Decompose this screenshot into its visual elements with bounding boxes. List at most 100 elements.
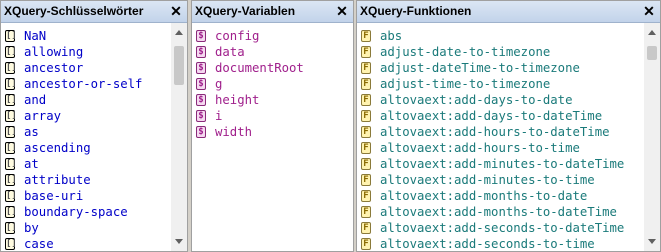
function-item[interactable]: Faltovaext:add-seconds-to-dateTime [357, 220, 624, 236]
keyword-item[interactable]: [] case [1, 236, 142, 251]
function-item[interactable]: Faltovaext:add-hours-to-time [357, 140, 624, 156]
variable-icon: $ [196, 46, 206, 58]
function-icon: F [361, 46, 371, 58]
function-icon: F [361, 62, 371, 74]
function-item[interactable]: Fadjust-time-to-timezone [357, 76, 624, 92]
keywords-pane: XQuery-Schlüsselwörter ✕ [] NaN [] allowing… [0, 0, 188, 252]
keyword-item-label: allowing [24, 45, 84, 59]
variable-item[interactable]: $ documentRoot [192, 60, 304, 76]
function-icon: F [361, 94, 371, 106]
function-item-label: adjust-dateTime-to-timezone [380, 61, 580, 75]
keyword-icon: [] [5, 110, 17, 122]
scroll-up-arrow-icon[interactable] [175, 30, 183, 35]
variable-item-label: g [215, 77, 223, 91]
scroll-down-arrow-icon[interactable] [648, 239, 656, 244]
function-item-label: abs [380, 29, 403, 43]
function-item[interactable]: Fadjust-date-to-timezone [357, 44, 624, 60]
keyword-item-label: NaN [24, 29, 47, 43]
keyword-icon: [] [5, 126, 17, 138]
function-icon: F [361, 174, 371, 186]
keyword-item-label: boundary-space [24, 205, 128, 219]
function-icon: F [361, 158, 371, 170]
function-item[interactable]: Faltovaext:add-months-to-date [357, 188, 624, 204]
keywords-pane-title: XQuery-Schlüsselwörter [4, 4, 144, 18]
function-item[interactable]: Faltovaext:add-days-to-date [357, 92, 624, 108]
function-item-label: altovaext:add-days-to-dateTime [380, 109, 603, 123]
scroll-down-arrow-icon[interactable] [175, 239, 183, 244]
keyword-item[interactable]: [] array [1, 108, 142, 124]
variable-item[interactable]: $ g [192, 76, 304, 92]
keyword-icon: [] [5, 94, 17, 106]
function-item[interactable]: Faltovaext:add-months-to-dateTime [357, 204, 624, 220]
keyword-item[interactable]: [] by [1, 220, 142, 236]
keyword-item-label: ascending [24, 141, 91, 155]
variable-item-label: i [215, 109, 223, 123]
functions-scrollbar[interactable] [644, 23, 660, 251]
function-icon: F [361, 30, 371, 42]
function-item[interactable]: Fadjust-dateTime-to-timezone [357, 60, 624, 76]
function-item-label: adjust-date-to-timezone [380, 45, 551, 59]
functions-pane-header: XQuery-Funktionen ✕ [357, 1, 660, 23]
function-item[interactable]: Faltovaext:add-hours-to-dateTime [357, 124, 624, 140]
variables-pane: XQuery-Variablen ✕ $ config $ data $ document… [191, 0, 354, 252]
function-item[interactable]: Faltovaext:add-seconds-to-time [357, 236, 624, 251]
keyword-icon: [] [5, 158, 17, 170]
function-item-label: altovaext:add-days-to-date [380, 93, 573, 107]
keyword-item-label: at [24, 157, 39, 171]
functions-pane: XQuery-Funktionen ✕ Fabs Fadjust-date-to-… [356, 0, 661, 252]
keyword-item[interactable]: [] ancestor-or-self [1, 76, 142, 92]
variable-item[interactable]: $ height [192, 92, 304, 108]
keyword-icon: [] [5, 174, 17, 186]
function-item[interactable]: Faltovaext:add-minutes-to-dateTime [357, 156, 624, 172]
function-icon: F [361, 78, 371, 90]
keyword-item[interactable]: [] ascending [1, 140, 142, 156]
variable-item[interactable]: $ data [192, 44, 304, 60]
keyword-item[interactable]: [] base-uri [1, 188, 142, 204]
function-item-label: altovaext:add-months-to-dateTime [380, 205, 617, 219]
function-icon: F [361, 110, 371, 122]
function-item-label: adjust-time-to-timezone [380, 77, 551, 91]
variables-list: $ config $ data $ documentRoot $ g $ height $ i $ wid… [192, 28, 304, 251]
keyword-item-label: as [24, 125, 39, 139]
keyword-item-label: by [24, 221, 39, 235]
variable-icon: $ [196, 126, 206, 138]
scroll-up-arrow-icon[interactable] [648, 30, 656, 35]
variable-item[interactable]: $ config [192, 28, 304, 44]
keywords-list: [] NaN [] allowing [] ancestor [] ancestor-or-s… [1, 28, 142, 251]
close-icon[interactable]: ✕ [642, 3, 656, 19]
keyword-item[interactable]: [] attribute [1, 172, 142, 188]
function-item[interactable]: Faltovaext:add-days-to-dateTime [357, 108, 624, 124]
keyword-item[interactable]: [] NaN [1, 28, 142, 44]
scroll-thumb[interactable] [647, 46, 657, 60]
keywords-scrollbar[interactable] [171, 23, 187, 251]
function-item-label: altovaext:add-minutes-to-dateTime [380, 157, 625, 171]
close-icon[interactable]: ✕ [169, 3, 183, 19]
keyword-item[interactable]: [] as [1, 124, 142, 140]
function-item-label: altovaext:add-hours-to-time [380, 141, 580, 155]
variable-item[interactable]: $ i [192, 108, 304, 124]
variable-item-label: data [215, 45, 245, 59]
variable-item[interactable]: $ width [192, 124, 304, 140]
keyword-icon: [] [5, 78, 17, 90]
keyword-item-label: attribute [24, 173, 91, 187]
keyword-item[interactable]: [] at [1, 156, 142, 172]
variables-pane-title: XQuery-Variablen [195, 4, 296, 18]
scroll-thumb[interactable] [174, 46, 184, 85]
keyword-icon: [] [5, 238, 17, 250]
variable-icon: $ [196, 110, 206, 122]
keyword-item[interactable]: [] allowing [1, 44, 142, 60]
keyword-item[interactable]: [] ancestor [1, 60, 142, 76]
keyword-item-label: and [24, 93, 47, 107]
keyword-icon: [] [5, 206, 17, 218]
function-icon: F [361, 238, 371, 250]
function-item[interactable]: Fabs [357, 28, 624, 44]
keyword-item[interactable]: [] boundary-space [1, 204, 142, 220]
close-icon[interactable]: ✕ [335, 3, 349, 19]
variable-icon: $ [196, 30, 206, 42]
function-icon: F [361, 126, 371, 138]
function-item[interactable]: Faltovaext:add-minutes-to-time [357, 172, 624, 188]
keyword-item[interactable]: [] and [1, 92, 142, 108]
keyword-icon: [] [5, 190, 17, 202]
functions-list: Fabs Fadjust-date-to-timezone Fadjust-date… [357, 28, 624, 251]
function-item-label: altovaext:add-hours-to-dateTime [380, 125, 610, 139]
